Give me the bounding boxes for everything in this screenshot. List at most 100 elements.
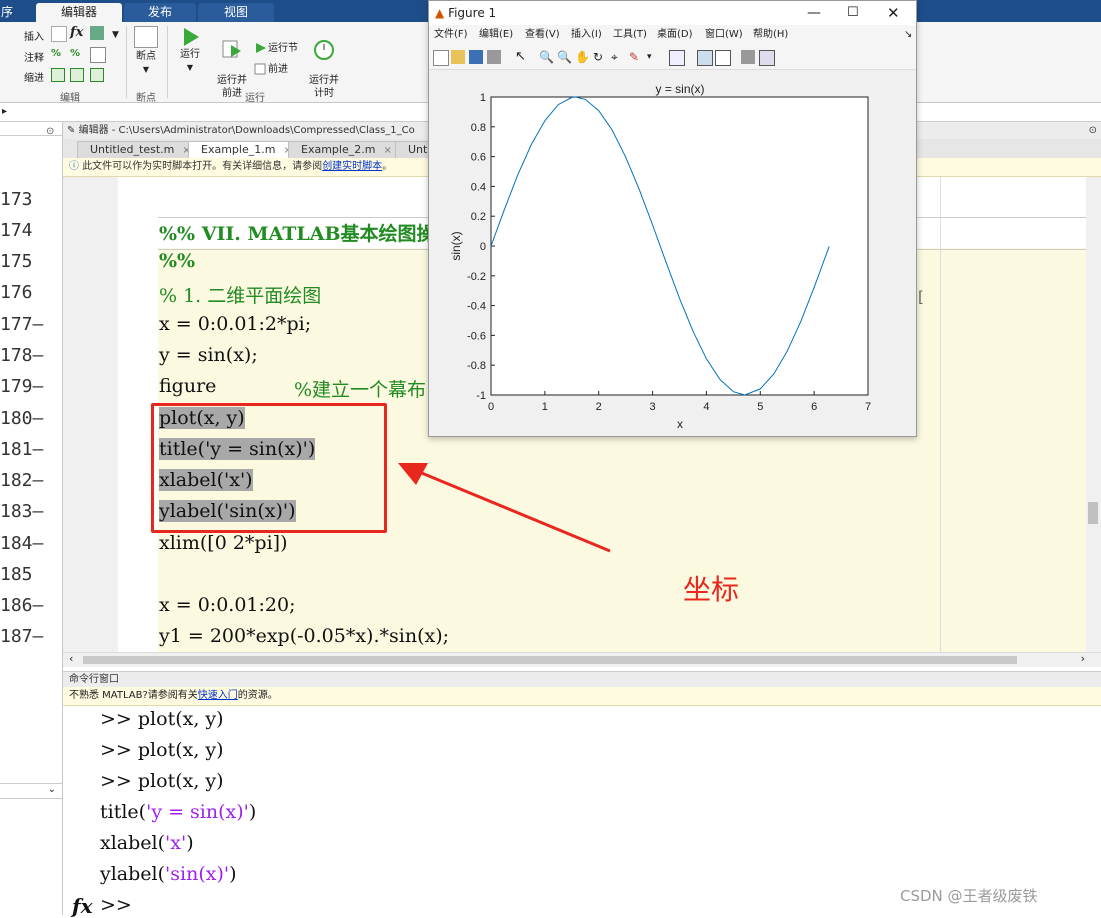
cmd-xlabel-line: xlabel('x'): [100, 832, 194, 854]
insert-icon[interactable]: [51, 26, 67, 42]
hide-tools-icon[interactable]: [741, 50, 755, 64]
scroll-thumb[interactable]: [1088, 502, 1098, 524]
comment-button[interactable]: 注释: [24, 49, 44, 64]
address-arrow-icon: ▸: [2, 106, 8, 117]
tab-home[interactable]: 序: [0, 3, 14, 22]
tab-editor[interactable]: 编辑器: [36, 3, 122, 22]
fx-icon[interactable]: fx: [70, 25, 83, 40]
y-tick-label: -1: [476, 390, 486, 402]
figure-menu-bar: 文件(F) 编辑(E) 查看(V) 插入(I) 工具(T) 桌面(D) 窗口(W…: [429, 25, 916, 45]
watermark: CSDN @王者级废铁: [900, 887, 1038, 905]
tab-example-2[interactable]: Example_2.m ×: [288, 141, 407, 158]
indent-button[interactable]: 缩进: [24, 69, 44, 84]
tab-view[interactable]: 视图: [198, 3, 274, 22]
advance-button[interactable]: 前进: [254, 60, 288, 75]
cmd-history-line: >> plot(x, y): [100, 739, 224, 761]
x-tick-label: 2: [596, 401, 602, 413]
legend-icon[interactable]: [715, 50, 731, 66]
code-line-cell-marker[interactable]: %%: [159, 250, 195, 272]
uncomment-icon[interactable]: %: [70, 48, 80, 59]
cmd-info-text: 不熟悉 MATLAB?请参阅有关: [69, 690, 198, 701]
pan-icon[interactable]: ✋: [575, 50, 590, 64]
tab-example-1[interactable]: Example_1.m×: [188, 141, 302, 158]
quick-start-link[interactable]: 快速入门: [198, 690, 238, 701]
print-icon[interactable]: [487, 50, 501, 64]
code-line[interactable]: y = sin(x);: [159, 344, 258, 366]
editor-horizontal-scrollbar[interactable]: ‹ ›: [63, 652, 1101, 667]
link-plot-icon[interactable]: [669, 50, 685, 66]
sine-chart[interactable]: y = sin(x) 0 1 2 3 4 5 6 7 1 0.8 0.6 0.4 0.2 0 -0.2 -0…: [429, 70, 916, 436]
show-tools-icon[interactable]: [759, 50, 775, 66]
minimize-icon[interactable]: —: [807, 1, 821, 25]
right-margin-line: [940, 177, 941, 652]
scroll-thumb[interactable]: [83, 656, 1017, 664]
function-icon[interactable]: [90, 26, 104, 40]
pointer-icon[interactable]: ↖: [515, 50, 529, 64]
close-icon[interactable]: ×: [383, 145, 391, 156]
menu-desktop[interactable]: 桌面(D): [657, 25, 693, 45]
highlight-box: [151, 403, 387, 533]
line-number: 183—: [0, 501, 44, 522]
code-line[interactable]: x = 0:0.01:20;: [159, 594, 296, 616]
scroll-right-icon[interactable]: ›: [1081, 652, 1085, 665]
code-line[interactable]: x = 0:0.01:2*pi;: [159, 313, 311, 335]
increase-indent-icon[interactable]: [70, 68, 84, 82]
run-button[interactable]: 运行 ▼: [174, 26, 206, 74]
figure-plot-area[interactable]: y = sin(x) 0 1 2 3 4 5 6 7 1 0.8 0.6 0.4 0.2 0 -0.2 -0…: [429, 70, 916, 436]
code-line[interactable]: y1 = 200*exp(-0.05*x).*sin(x);: [159, 625, 449, 647]
line-number: 180—: [0, 408, 44, 429]
insert-dropdown-icon[interactable]: ▼: [112, 30, 119, 40]
details-bar[interactable]: ⌄: [0, 783, 62, 799]
code-line[interactable]: figure: [159, 375, 216, 397]
close-icon[interactable]: ✕: [887, 1, 900, 25]
zoom-in-icon[interactable]: 🔍: [539, 50, 554, 64]
menu-insert[interactable]: 插入(I): [571, 25, 602, 45]
code-line-cell-title[interactable]: %% VII. MATLAB基本绘图操: [159, 219, 436, 246]
colorbar-icon[interactable]: [697, 50, 713, 66]
cmd-ylabel-line: ylabel('sin(x)'): [100, 863, 237, 885]
chevron-down-icon[interactable]: ⌄: [48, 784, 56, 795]
rotate-icon[interactable]: ↻: [593, 50, 607, 64]
tab-untitled-test[interactable]: Untitled_test.m ×: [77, 141, 194, 158]
menu-file[interactable]: 文件(F): [434, 25, 468, 45]
x-tick-label: 4: [703, 401, 709, 413]
figure-window[interactable]: ▲ Figure 1 — ☐ ✕ 文件(F) 编辑(E) 查看(V) 插入(I)…: [428, 0, 917, 437]
code-line[interactable]: xlim([0 2*pi]): [159, 532, 288, 554]
maximize-icon[interactable]: ☐: [847, 1, 859, 25]
insert-button[interactable]: 插入: [24, 28, 44, 43]
menu-tools[interactable]: 工具(T): [613, 25, 647, 45]
menu-window[interactable]: 窗口(W): [705, 25, 743, 45]
menu-help[interactable]: 帮助(H): [753, 25, 788, 45]
new-figure-icon[interactable]: [433, 50, 449, 66]
fx-prompt-icon[interactable]: fx: [72, 894, 93, 918]
menu-edit[interactable]: 编辑(E): [479, 25, 513, 45]
editor-vertical-scrollbar[interactable]: [1086, 177, 1101, 652]
open-icon[interactable]: [451, 50, 465, 64]
save-icon[interactable]: [469, 50, 483, 64]
line-number: 181—: [0, 439, 44, 460]
plot-axes[interactable]: [490, 96, 869, 396]
code-line-comment[interactable]: % 1. 二维平面绘图: [159, 281, 321, 308]
zoom-out-icon[interactable]: 🔍: [557, 50, 572, 64]
percent-icon[interactable]: %: [51, 48, 61, 59]
menu-view[interactable]: 查看(V): [525, 25, 560, 45]
y-tick-label: 0.2: [471, 211, 486, 223]
smart-indent-icon[interactable]: [51, 68, 65, 82]
wrap-comment-icon[interactable]: [90, 47, 106, 63]
editor-menu-icon[interactable]: ⊙: [1089, 122, 1097, 139]
menu-dock-icon[interactable]: ↘: [904, 25, 912, 45]
brush-icon[interactable]: ✎: [629, 50, 643, 64]
tab-publish[interactable]: 发布: [124, 3, 196, 22]
brush-dropdown-icon[interactable]: ▾: [647, 50, 661, 64]
decrease-indent-icon[interactable]: [90, 68, 104, 82]
breakpoint-button[interactable]: 断点 ▼: [130, 26, 162, 76]
create-live-script-link[interactable]: 创建实时脚本: [322, 161, 382, 172]
group-breakpoint-label: 断点: [136, 93, 156, 104]
scroll-left-icon[interactable]: ‹: [69, 652, 73, 665]
run-section-button[interactable]: 运行节: [254, 39, 298, 54]
command-info-bar: 不熟悉 MATLAB?请参阅有关快速入门的资源。: [63, 687, 1101, 706]
cmd-prompt[interactable]: >>: [100, 894, 132, 916]
data-cursor-icon[interactable]: ⌖: [611, 50, 625, 64]
y-tick-label: 0.6: [471, 152, 486, 164]
x-tick-label: 7: [865, 401, 871, 413]
